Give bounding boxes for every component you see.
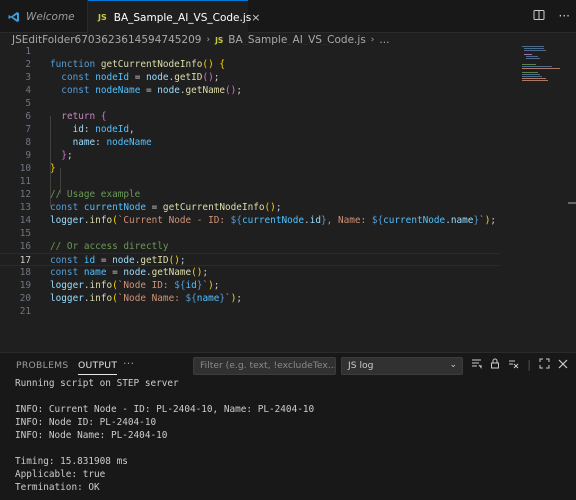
code-line: 5 xyxy=(25,98,31,109)
code-editor[interactable]: 1 2 function getCurrentNodeInfo() { 3 con… xyxy=(0,45,576,350)
code-line: 2 function getCurrentNodeInfo() { xyxy=(25,59,226,70)
code-line-current: 17 const id = node.getID(); xyxy=(0,253,500,266)
close-panel-icon[interactable] xyxy=(558,358,568,369)
output-filter-input[interactable]: Filter (e.g. text, !excludeTex... xyxy=(193,357,336,375)
vscode-logo-icon xyxy=(8,11,19,22)
output-line: INFO: Node Name: PL-2404-10 xyxy=(15,430,168,441)
code-line: 11 xyxy=(19,176,31,187)
code-line: 10} xyxy=(19,163,56,174)
editor-scrollbar[interactable] xyxy=(568,45,576,350)
output-log: Running script on STEP server INFO: Curr… xyxy=(15,377,314,494)
output-line: Applicable: true xyxy=(15,469,106,480)
output-line: Termination: OK xyxy=(15,482,100,493)
panel-divider: | xyxy=(527,358,531,371)
code-line: 20 logger.info(`Node Name: ${name}`); xyxy=(19,293,242,304)
lock-scroll-icon[interactable] xyxy=(490,358,500,369)
code-line: 18 const name = node.getName(); xyxy=(19,267,209,278)
code-line: 9 }; xyxy=(25,150,73,161)
code-line: 19 logger.info(`Node ID: ${id}`); xyxy=(19,280,220,291)
tab-welcome[interactable]: Welcome xyxy=(0,0,88,33)
more-actions-icon[interactable]: ··· xyxy=(559,9,570,23)
panel-tabs: PROBLEMS OUTPUT ··· Filter (e.g. text, !… xyxy=(0,353,576,377)
tab-problems[interactable]: PROBLEMS xyxy=(16,360,69,371)
maximize-panel-icon[interactable] xyxy=(539,358,550,369)
minimap[interactable] xyxy=(522,45,562,85)
code-line: 14 logger.info(`Current Node - ID: ${curr… xyxy=(19,215,497,226)
output-channel-select[interactable]: JS log ⌄ xyxy=(341,357,463,375)
editor-tab-bar: Welcome JS BA_Sample_AI_VS_Code.js × ··· xyxy=(0,0,576,34)
output-line: Timing: 15.831908 ms xyxy=(15,456,128,467)
code-line: 3 const nodeId = node.getID(); xyxy=(25,72,220,83)
tab-active-file[interactable]: JS BA_Sample_AI_VS_Code.js × xyxy=(88,0,260,34)
js-file-icon: JS xyxy=(215,35,224,45)
list-filter-icon[interactable] xyxy=(471,358,482,369)
code-line: 7 id: nodeId, xyxy=(25,124,135,135)
close-icon[interactable]: × xyxy=(251,11,260,24)
bottom-panel: PROBLEMS OUTPUT ··· Filter (e.g. text, !… xyxy=(0,352,576,500)
tab-output[interactable]: OUTPUT xyxy=(78,360,118,375)
output-line: INFO: Current Node - ID: PL-2404-10, Nam… xyxy=(15,404,315,415)
split-editor-icon[interactable] xyxy=(533,9,545,21)
code-line: 13 const currentNode = getCurrentNodeInfo… xyxy=(19,202,282,213)
code-line: 6 return { xyxy=(25,111,107,122)
js-file-icon: JS xyxy=(98,13,107,22)
chevron-down-icon: ⌄ xyxy=(449,360,457,370)
output-line: Running script on STEP server xyxy=(15,378,179,389)
code-line: 8 name: nodeName xyxy=(25,137,152,148)
code-line: 12// Usage example xyxy=(19,189,141,200)
output-channel-value: JS log xyxy=(348,360,374,371)
output-line: INFO: Node ID: PL-2404-10 xyxy=(15,417,157,428)
code-line: 16// Or access directly xyxy=(19,241,169,252)
more-tabs-icon[interactable]: ··· xyxy=(123,357,134,370)
code-line: 15 xyxy=(19,228,31,239)
chevron-right-icon: › xyxy=(370,35,375,45)
code-line: 1 xyxy=(25,46,31,57)
tab-welcome-label: Welcome xyxy=(26,10,75,23)
tab-active-label: BA_Sample_AI_VS_Code.js xyxy=(113,11,252,24)
clear-output-icon[interactable] xyxy=(508,358,519,369)
chevron-right-icon: › xyxy=(206,35,211,45)
code-line: 21 xyxy=(19,306,31,317)
code-line: 4 const nodeName = node.getName(); xyxy=(25,85,242,96)
